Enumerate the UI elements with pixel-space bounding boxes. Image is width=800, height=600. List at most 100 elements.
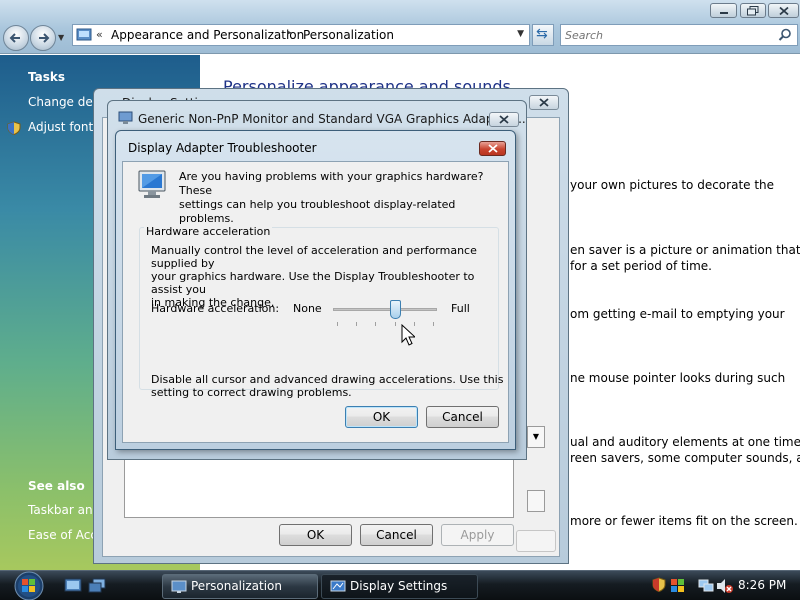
troubleshooter-close-button[interactable] <box>479 141 506 156</box>
disable-accelerations-note: Disable all cursor and advanced drawing … <box>151 373 503 399</box>
slider-tick <box>337 322 338 326</box>
explorer-toolbar: ▼ « Appearance and Personalization ▸ Per… <box>0 0 800 54</box>
breadcrumb-overflow-chevron[interactable]: « <box>96 28 103 41</box>
intro-line: Are you having problems with your graphi… <box>179 170 484 197</box>
description-line: your graphics hardware. Use the Display … <box>151 270 475 296</box>
display-settings-apply-button[interactable]: Apply <box>441 524 514 546</box>
display-settings-close-button[interactable] <box>529 95 559 110</box>
address-bar[interactable]: « Appearance and Personalization ▸ Perso… <box>72 24 530 46</box>
resolution-dropdown-icon[interactable]: ▼ <box>527 426 545 448</box>
show-desktop-icon[interactable] <box>64 578 82 594</box>
refresh-button[interactable]: ⇆ <box>532 24 554 46</box>
breadcrumb-personalization[interactable]: Personalization <box>303 28 394 42</box>
restore-icon <box>747 5 759 15</box>
minimize-button[interactable] <box>710 3 737 18</box>
start-orb-icon[interactable] <box>8 571 50 600</box>
taskbar-button-label: Personalization <box>191 579 282 593</box>
control-panel-icon <box>76 28 92 41</box>
theme-description: ual and auditory elements at one time re… <box>570 434 800 466</box>
description-line: for a set period of time. <box>570 259 712 273</box>
display-settings-cancel-button[interactable]: Cancel <box>360 524 433 546</box>
address-dropdown-icon[interactable]: ▼ <box>517 29 524 39</box>
notification-area: 8:26 PM <box>646 574 800 599</box>
see-also-heading: See also <box>28 479 85 493</box>
restore-button[interactable] <box>740 3 766 18</box>
close-icon <box>539 98 549 107</box>
desktop-background-description: your own pictures to decorate the <box>570 177 774 193</box>
security-center-shield-icon[interactable] <box>652 577 666 593</box>
task-link-change-desktop-icons[interactable]: Change desl <box>28 95 102 109</box>
hidden-window-button <box>516 530 556 552</box>
mouse-pointer-icon <box>401 324 415 346</box>
slider-track[interactable] <box>333 308 437 311</box>
close-icon <box>778 6 789 15</box>
back-arrow-icon <box>9 33 20 43</box>
recent-pages-dropdown[interactable]: ▼ <box>58 33 68 43</box>
taskbar-button-label: Display Settings <box>350 579 448 593</box>
intro-line: settings can help you troubleshoot displ… <box>179 198 456 225</box>
display-settings-icon <box>330 580 346 592</box>
advanced-button[interactable] <box>527 490 545 512</box>
search-input[interactable] <box>565 27 765 43</box>
display-adapter-troubleshooter-dialog: Display Adapter Troubleshooter Are you h… <box>115 130 516 450</box>
close-icon <box>488 144 498 153</box>
description-line: Manually control the level of accelerati… <box>151 244 477 270</box>
taskbar-button-display-settings[interactable]: Display Settings <box>321 574 478 599</box>
adapter-window-title: Generic Non-PnP Monitor and Standard VGA… <box>138 112 526 126</box>
breadcrumb-appearance[interactable]: Appearance and Personalization <box>111 28 304 42</box>
taskbar-button-personalization[interactable]: Personalization <box>162 574 318 599</box>
troubleshooter-cancel-button[interactable]: Cancel <box>426 406 499 428</box>
slider-tick <box>433 322 434 326</box>
breadcrumb-separator-icon[interactable]: ▸ <box>287 28 292 38</box>
close-icon <box>499 115 509 124</box>
hardware-acceleration-description: Manually control the level of accelerati… <box>151 244 508 309</box>
search-icon[interactable] <box>778 28 792 42</box>
description-line: more or fewer items fit on the screen. <box>570 514 798 528</box>
display-adapter-icon <box>118 111 133 124</box>
hardware-acceleration-group-label: Hardware acceleration <box>144 225 273 238</box>
tasks-heading: Tasks <box>28 70 66 84</box>
troubleshooter-ok-button[interactable]: OK <box>345 406 418 428</box>
description-line: your own pictures to decorate the <box>570 178 775 192</box>
mouse-pointers-description: ne mouse pointer looks during such <box>570 370 785 386</box>
description-line: om getting e-mail to emptying your <box>570 307 785 321</box>
volume-muted-icon[interactable] <box>716 578 734 594</box>
back-button[interactable] <box>3 25 29 51</box>
taskbar: Personalization Display Settings 8:26 PM <box>0 570 800 600</box>
minimize-icon <box>719 11 728 14</box>
personalization-icon <box>171 580 187 593</box>
windows-flag-icon[interactable] <box>670 578 686 594</box>
slider-max-label: Full <box>451 302 470 315</box>
slider-tick <box>375 322 376 326</box>
network-icon[interactable] <box>698 578 714 594</box>
slider-min-label: None <box>293 302 322 315</box>
description-line: reen savers, some computer sounds, and <box>570 451 800 465</box>
slider-tick <box>395 322 396 326</box>
description-line: ne mouse pointer looks during such <box>570 371 786 385</box>
uac-shield-icon <box>7 121 21 135</box>
slider-tick <box>356 322 357 326</box>
troubleshooter-intro: Are you having problems with your graphi… <box>179 170 508 226</box>
note-line: Disable all cursor and advanced drawing … <box>151 373 504 386</box>
troubleshooter-title: Display Adapter Troubleshooter <box>128 141 317 155</box>
display-settings-ok-button[interactable]: OK <box>279 524 352 546</box>
note-line: setting to correct drawing problems. <box>151 386 352 399</box>
close-button[interactable] <box>768 3 799 18</box>
monitor-icon <box>138 170 166 198</box>
description-line: en saver is a picture or animation that <box>570 243 800 257</box>
slider-thumb[interactable] <box>389 300 401 319</box>
see-also-link-taskbar[interactable]: Taskbar and <box>28 503 100 517</box>
forward-button[interactable] <box>30 25 56 51</box>
display-settings-description: more or fewer items fit on the screen. <box>570 513 798 529</box>
clock[interactable]: 8:26 PM <box>738 578 786 592</box>
hardware-acceleration-slider[interactable] <box>333 294 439 328</box>
search-box[interactable] <box>560 24 798 46</box>
refresh-icon: ⇆ <box>536 26 548 42</box>
switch-windows-icon[interactable] <box>88 578 106 594</box>
hardware-acceleration-label: Hardware acceleration: <box>151 302 280 315</box>
screen-saver-description: en saver is a picture or animation that … <box>570 242 800 274</box>
forward-arrow-icon <box>39 33 50 43</box>
description-line: ual and auditory elements at one time <box>570 435 800 449</box>
adapter-window-close-button[interactable] <box>489 112 519 127</box>
task-link-adjust-font-size[interactable]: Adjust font s <box>28 120 103 134</box>
